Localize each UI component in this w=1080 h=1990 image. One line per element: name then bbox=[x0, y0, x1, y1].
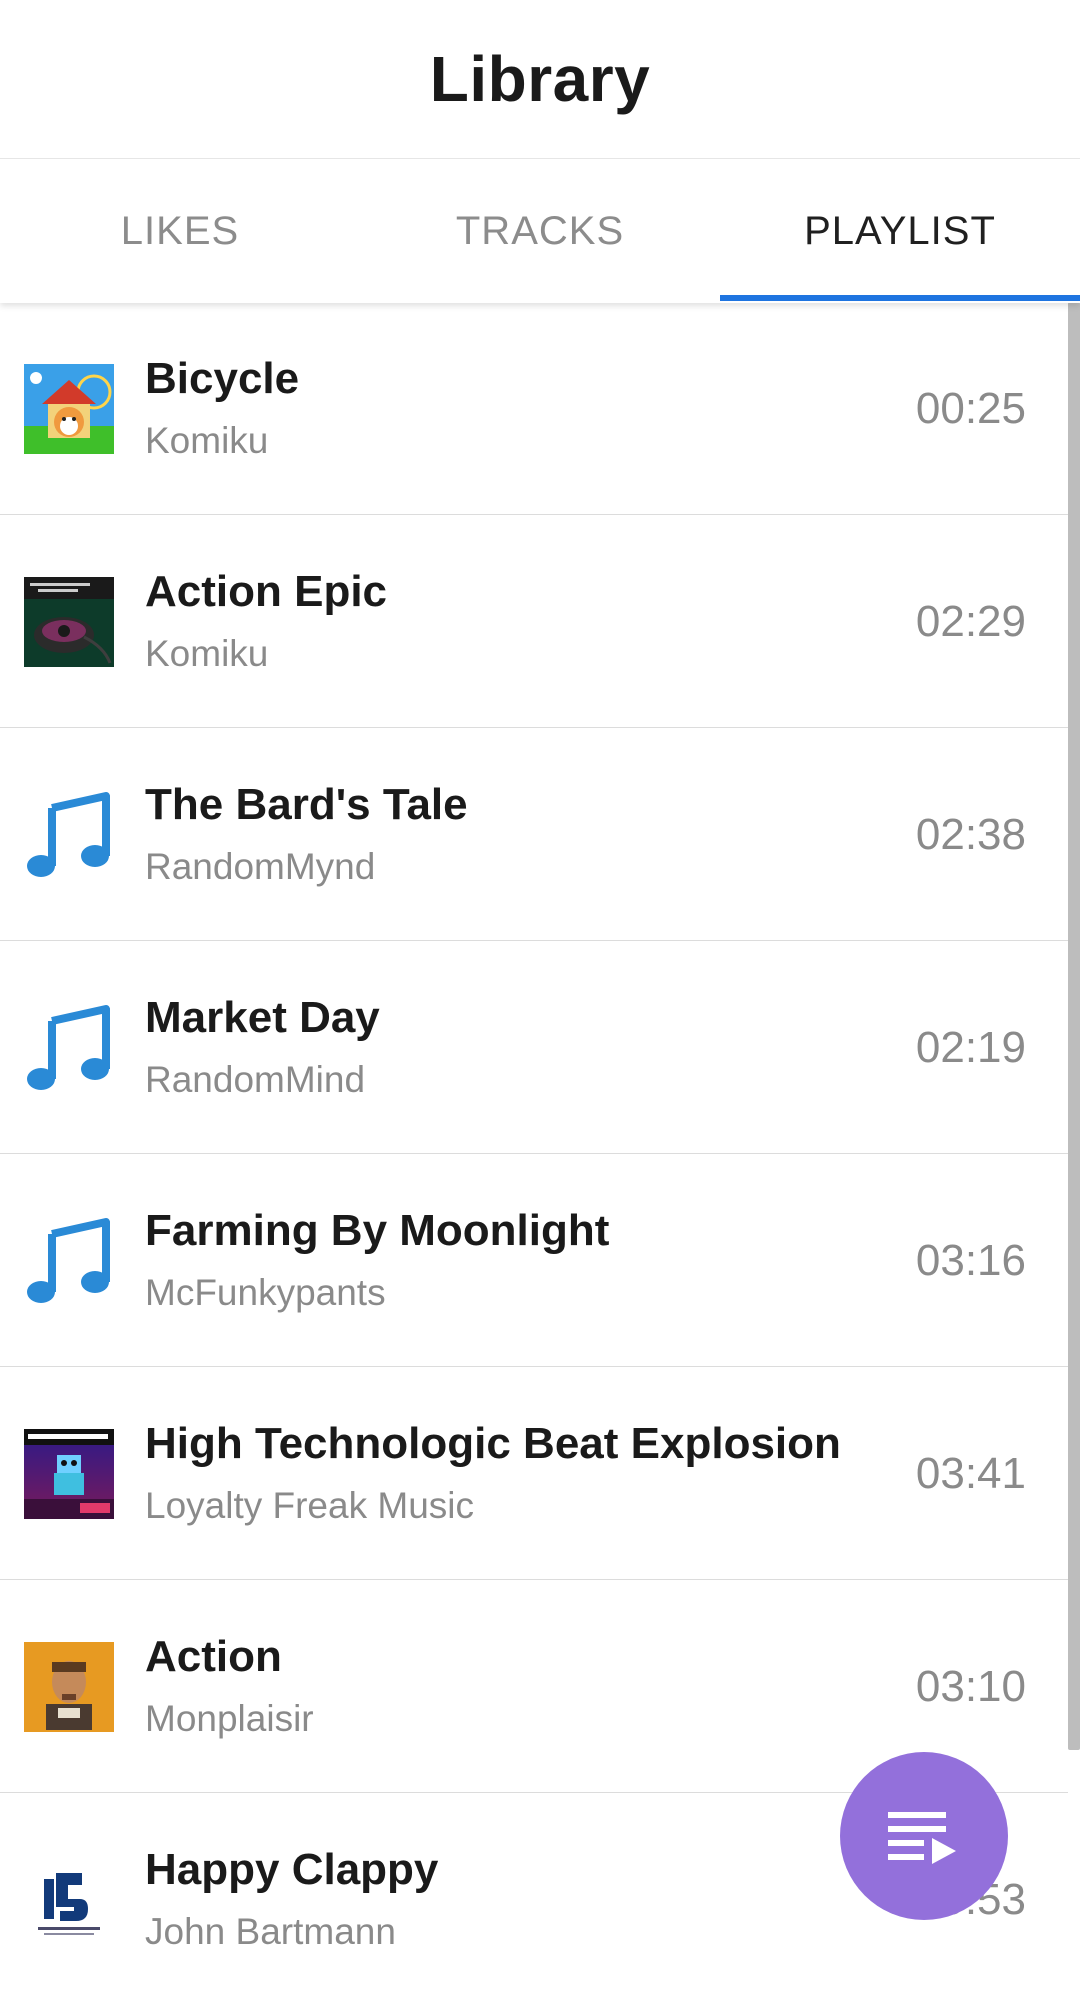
tab-likes[interactable]: LIKES bbox=[0, 159, 360, 303]
track-artist: McFunkypants bbox=[145, 1272, 386, 1313]
track-artist: Komiku bbox=[145, 420, 269, 461]
list-item[interactable]: Farming By Moonlight McFunkypants 03:16 bbox=[0, 1154, 1068, 1367]
track-title: Market Day bbox=[145, 993, 380, 1042]
track-title: High Technologic Beat Explosion bbox=[145, 1419, 841, 1468]
track-duration: 02:29 bbox=[915, 597, 1026, 646]
track-artist: Monplaisir bbox=[145, 1698, 314, 1739]
track-title: Action bbox=[145, 1632, 282, 1681]
track-title: The Bard's Tale bbox=[145, 780, 468, 829]
album-art-action bbox=[24, 1642, 114, 1732]
tab-tracks[interactable]: TRACKS bbox=[360, 159, 720, 303]
app-root: Library LIKES TRACKS PLAYLIST Bicycle Ko… bbox=[0, 0, 1080, 1990]
list-item[interactable]: Bicycle Komiku 00:25 bbox=[0, 302, 1068, 515]
track-title: Farming By Moonlight bbox=[145, 1206, 610, 1255]
music-note-icon bbox=[26, 790, 114, 880]
track-duration: 02:38 bbox=[915, 810, 1026, 859]
album-art-bicycle bbox=[24, 364, 114, 454]
track-duration: 03:16 bbox=[915, 1236, 1026, 1285]
list-item[interactable]: High Technologic Beat Explosion Loyalty … bbox=[0, 1367, 1068, 1580]
track-duration: 03:10 bbox=[915, 1662, 1026, 1711]
track-duration: 02:19 bbox=[915, 1023, 1026, 1072]
scrollbar[interactable] bbox=[1068, 302, 1080, 1750]
tab-bar: LIKES TRACKS PLAYLIST bbox=[0, 158, 1080, 303]
track-artist: Loyalty Freak Music bbox=[145, 1485, 474, 1526]
track-artist: Komiku bbox=[145, 633, 269, 674]
track-artist: RandomMind bbox=[145, 1059, 366, 1100]
track-duration: 00:25 bbox=[915, 384, 1026, 433]
list-item[interactable]: The Bard's Tale RandomMynd 02:38 bbox=[0, 728, 1068, 941]
track-title: Happy Clappy bbox=[145, 1845, 439, 1894]
track-title: Bicycle bbox=[145, 354, 300, 403]
track-artist: John Bartmann bbox=[145, 1911, 396, 1952]
track-artist: RandomMynd bbox=[145, 846, 376, 887]
queue-play-icon bbox=[888, 1812, 956, 1864]
play-queue-button[interactable] bbox=[840, 1752, 1008, 1920]
music-note-icon bbox=[26, 1216, 114, 1306]
album-art-action-epic bbox=[24, 577, 114, 667]
title-bar: Library bbox=[0, 0, 1080, 158]
list-item[interactable]: Action Epic Komiku 02:29 bbox=[0, 515, 1068, 728]
album-art-happy-clappy bbox=[24, 1855, 114, 1945]
list-item[interactable]: Market Day RandomMind 02:19 bbox=[0, 941, 1068, 1154]
track-duration: 03:41 bbox=[915, 1449, 1026, 1498]
tab-playlist[interactable]: PLAYLIST bbox=[720, 159, 1080, 303]
album-art-robot-dance bbox=[24, 1429, 114, 1519]
music-note-icon bbox=[26, 1003, 114, 1093]
playlist-list: Bicycle Komiku 00:25 Action Epic Komiku bbox=[0, 302, 1068, 1990]
track-title: Action Epic bbox=[145, 567, 388, 616]
page-title: Library bbox=[429, 43, 651, 115]
active-tab-indicator bbox=[720, 295, 1080, 301]
